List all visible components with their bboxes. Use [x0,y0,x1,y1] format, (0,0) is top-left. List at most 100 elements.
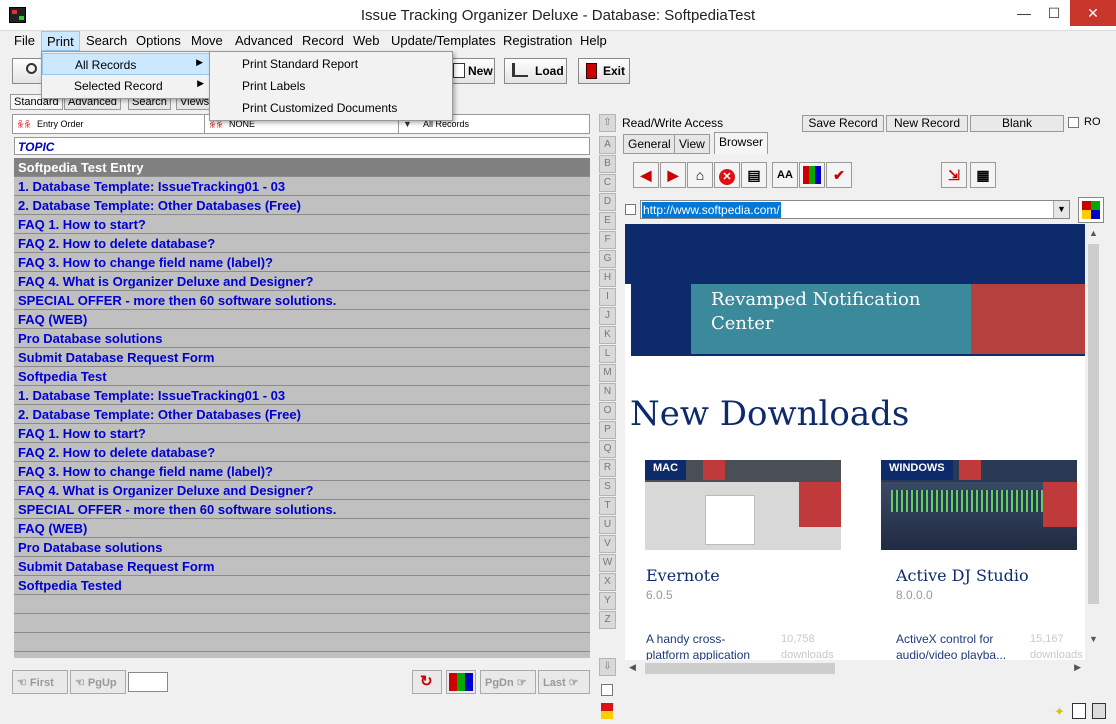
pgup-button[interactable]: ☜ PgUp [70,670,126,694]
tab-general[interactable]: General [623,134,676,154]
alpha-j[interactable]: J [599,307,616,325]
menu-web[interactable]: Web [353,33,380,48]
scrollbar-thumb[interactable] [645,663,835,674]
save-record-button[interactable]: Save Record [802,115,884,132]
ro-checkbox[interactable] [1068,117,1079,128]
alpha-f[interactable]: F [599,231,616,249]
list-item[interactable]: FAQ 3. How to change field name (label)? [14,253,590,272]
alpha-q[interactable]: Q [599,440,616,458]
scroll-up-icon[interactable]: ▲ [1089,228,1098,238]
alpha-p[interactable]: P [599,421,616,439]
home-icon[interactable]: ⌂ [687,162,713,188]
menu-registration[interactable]: Registration [503,33,572,48]
alpha-x[interactable]: X [599,573,616,591]
scroll-right-icon[interactable]: ▶ [1074,662,1081,673]
pgdn-button[interactable]: PgDn ☞ [480,670,536,694]
horizontal-scrollbar[interactable]: ◀ ▶ [625,660,1085,677]
alpha-r[interactable]: R [599,459,616,477]
url-checkbox[interactable] [625,204,636,215]
alpha-l[interactable]: L [599,345,616,363]
exit-button[interactable]: Exit [578,58,630,84]
tab-browser[interactable]: Browser [714,132,769,154]
alpha-n[interactable]: N [599,383,616,401]
scroll-down-icon[interactable]: ▼ [1089,634,1098,644]
menu-record[interactable]: Record [302,33,344,48]
list-item[interactable]: Softpedia Test [14,367,590,386]
list-item[interactable]: Softpedia Test Entry [14,158,590,177]
app-card-thumbnail[interactable]: MAC [645,460,841,550]
close-button[interactable]: ✕ [1070,0,1116,26]
scroll-left-icon[interactable]: ◀ [629,662,636,673]
menu-item-print-labels[interactable]: Print Labels [210,75,305,97]
menu-item-print-standard-report[interactable]: Print Standard Report [210,53,358,75]
web-view[interactable]: Revamped Notification Center New Downloa… [625,224,1085,660]
tab-view[interactable]: View [674,134,710,154]
alpha-s[interactable]: S [599,478,616,496]
record-list[interactable]: Softpedia Test Entry 1. Database Templat… [14,158,590,658]
list-item[interactable]: Submit Database Request Form [14,557,590,576]
abc-button[interactable] [446,670,476,694]
scroll-up-icon[interactable]: ⇧ [599,114,616,132]
sort-order-selector[interactable]: ꆜꆜ Entry Order [13,115,205,133]
list-item[interactable]: 1. Database Template: IssueTracking01 - … [14,177,590,196]
alpha-o[interactable]: O [599,402,616,420]
checkbox[interactable] [601,684,613,696]
document-icon[interactable] [1072,703,1086,719]
menu-file[interactable]: File [14,33,35,48]
menu-item-print-customized-documents[interactable]: Print Customized Documents [210,97,397,119]
app-name[interactable]: Active DJ Studio [896,566,1029,585]
list-item[interactable]: 2. Database Template: Other Databases (F… [14,196,590,215]
minimize-button[interactable]: — [1010,0,1038,26]
blank-button[interactable]: Blank [970,115,1064,132]
menu-update-templates[interactable]: Update/Templates [391,33,496,48]
menu-item-selected-record[interactable]: Selected Record ▶ [42,75,210,97]
vertical-scrollbar[interactable]: ▲ ▼ [1085,224,1102,660]
scrollbar-thumb[interactable] [1088,244,1099,604]
scroll-down-icon[interactable]: ⇩ [599,658,616,676]
alpha-t[interactable]: T [599,497,616,515]
list-item[interactable]: FAQ (WEB) [14,310,590,329]
page-icon[interactable]: ▤ [741,162,767,188]
alpha-z[interactable]: Z [599,611,616,629]
list-item[interactable]: Pro Database solutions [14,538,590,557]
alpha-a[interactable]: A [599,136,616,154]
refresh-button[interactable]: ↻ [412,670,442,694]
list-item[interactable]: 1. Database Template: IssueTracking01 - … [14,386,590,405]
record-number-field[interactable] [128,672,168,692]
bulb-icon[interactable]: ✦ [1054,704,1065,720]
list-item[interactable]: SPECIAL OFFER - more then 60 software so… [14,500,590,519]
menu-item-all-records[interactable]: All Records ▶ [42,53,210,75]
list-item[interactable]: FAQ 4. What is Organizer Deluxe and Desi… [14,481,590,500]
alpha-u[interactable]: U [599,516,616,534]
menu-options[interactable]: Options [136,33,181,48]
alpha-b[interactable]: B [599,155,616,173]
list-item[interactable]: FAQ 1. How to start? [14,424,590,443]
abc-blocks-icon[interactable] [799,162,825,188]
list-item[interactable]: Pro Database solutions [14,329,590,348]
import-icon[interactable]: ⇲ [941,162,967,188]
list-item[interactable]: FAQ 2. How to delete database? [14,234,590,253]
first-button[interactable]: ☜ First [12,670,68,694]
color-grid-icon[interactable] [1078,197,1104,223]
alpha-w[interactable]: W [599,554,616,572]
list-item[interactable]: FAQ 4. What is Organizer Deluxe and Desi… [14,272,590,291]
url-field[interactable]: http://www.softpedia.com/ ▼ [640,200,1070,219]
maximize-button[interactable]: ☐ [1040,0,1068,26]
list-item[interactable]: Submit Database Request Form [14,348,590,367]
notification-banner[interactable]: Revamped Notification Center [691,284,971,354]
list-item[interactable]: Softpedia Tested [14,576,590,595]
list-item[interactable]: FAQ 1. How to start? [14,215,590,234]
app-name[interactable]: Evernote [646,566,720,585]
alpha-c[interactable]: C [599,174,616,192]
alpha-v[interactable]: V [599,535,616,553]
alpha-y[interactable]: Y [599,592,616,610]
list-item[interactable]: FAQ 3. How to change field name (label)? [14,462,590,481]
menu-advanced[interactable]: Advanced [235,33,293,48]
load-button[interactable]: Load [504,58,567,84]
chevron-down-icon[interactable]: ▼ [1053,201,1069,218]
menu-help[interactable]: Help [580,33,607,48]
alpha-i[interactable]: I [599,288,616,306]
alpha-m[interactable]: M [599,364,616,382]
stop-icon[interactable]: ✕ [714,162,740,188]
list-item[interactable]: FAQ (WEB) [14,519,590,538]
